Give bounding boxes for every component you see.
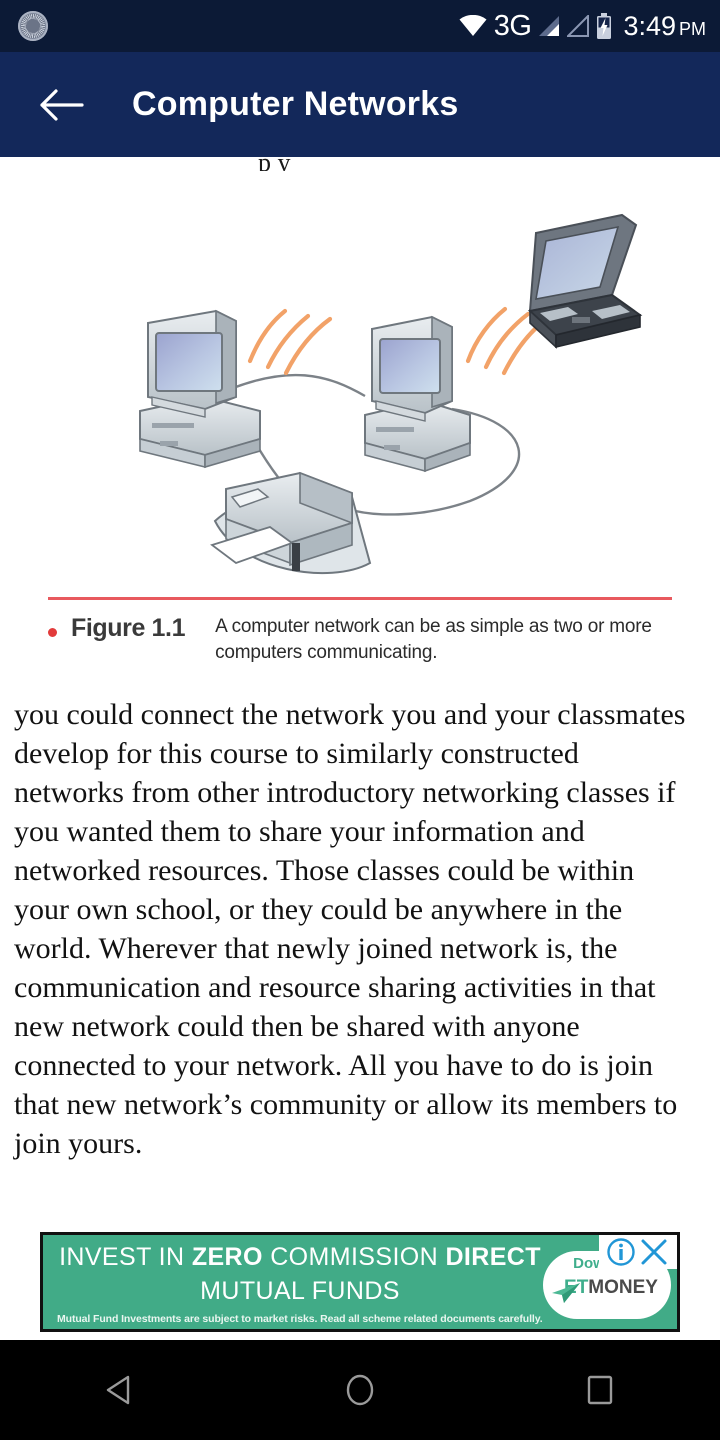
battery-charging-icon [597, 13, 612, 39]
network-diagram-svg [139, 213, 643, 575]
ad-badges [599, 1235, 677, 1269]
android-navigation-bar [0, 1340, 720, 1440]
nav-back-button[interactable] [65, 1340, 175, 1440]
ad-headline-bold1: ZERO [191, 1243, 263, 1271]
status-bar: 3G 3:49 PM [0, 0, 720, 52]
ad-banner[interactable]: INVEST IN ZERO COMMISSION DIRECT MUTUAL … [40, 1232, 680, 1332]
nav-recents-square-icon [587, 1375, 613, 1405]
phone-screen: 3G 3:49 PM Computer Networks Figure 1.1 … [0, 0, 720, 1440]
status-bar-clock: 3:49 PM [623, 10, 706, 41]
ad-brand-suffix: MONEY [588, 1277, 658, 1298]
body-paragraph: you could connect the network you and yo… [14, 698, 686, 1161]
document-content[interactable]: p y [0, 157, 720, 1232]
back-arrow-icon [40, 88, 84, 121]
app-bar: Computer Networks [0, 52, 720, 157]
page-title: Computer Networks [132, 85, 459, 123]
wifi-icon [459, 15, 487, 36]
ad-headline-bold2: DIRECT [445, 1243, 541, 1271]
signal-bars-empty-icon [567, 15, 590, 37]
clock-time: 3:49 [623, 10, 676, 41]
ad-headline-part1: INVEST IN [59, 1243, 192, 1271]
status-bar-icons: 3G 3:49 PM [459, 9, 706, 42]
figure-label: Figure 1.1 [71, 614, 186, 642]
signal-bars-icon [539, 16, 560, 36]
figure-caption: Figure 1.1 A computer network can be as … [0, 600, 720, 665]
nav-recents-button[interactable] [545, 1340, 655, 1440]
sync-progress-icon [18, 11, 48, 41]
paper-plane-icon [552, 1283, 580, 1303]
nav-home-button[interactable] [305, 1340, 415, 1440]
clock-meridiem: PM [679, 18, 706, 39]
nav-back-triangle-icon [106, 1375, 130, 1405]
ad-close-icon[interactable] [638, 1237, 670, 1267]
network-type-label: 3G [493, 9, 532, 42]
caption-bullet-icon [48, 628, 57, 637]
ad-info-icon[interactable] [606, 1237, 636, 1267]
clipped-previous-line: p y [0, 157, 720, 171]
figure-illustration [0, 171, 720, 591]
nav-home-circle-icon [346, 1374, 374, 1406]
back-button[interactable] [34, 78, 88, 132]
figure-caption-text: A computer network can be as simple as t… [215, 616, 652, 663]
ad-headline-part2: COMMISSION [262, 1243, 446, 1271]
ad-container: INVEST IN ZERO COMMISSION DIRECT MUTUAL … [0, 1232, 720, 1340]
